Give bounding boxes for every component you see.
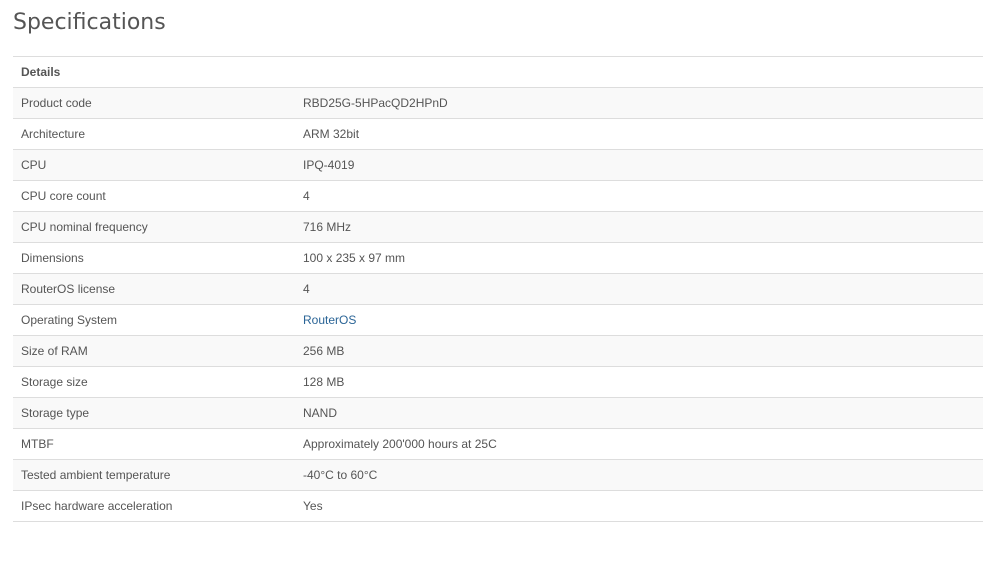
table-row: Tested ambient temperature -40°C to 60°C	[13, 459, 983, 491]
spec-label: CPU nominal frequency	[13, 211, 295, 243]
details-header: Details	[13, 56, 983, 88]
spec-label: Operating System	[13, 304, 295, 336]
spec-value: -40°C to 60°C	[295, 459, 983, 491]
table-row: CPU nominal frequency 716 MHz	[13, 211, 983, 243]
spec-value: NAND	[295, 397, 983, 429]
spec-label: Architecture	[13, 118, 295, 150]
table-row: Size of RAM 256 MB	[13, 335, 983, 367]
spec-label: RouterOS license	[13, 273, 295, 305]
table-row: Architecture ARM 32bit	[13, 118, 983, 150]
spec-value-cell: RouterOS	[295, 304, 983, 336]
table-row: IPsec hardware acceleration Yes	[13, 490, 983, 522]
spec-value: 4	[295, 180, 983, 212]
spec-value: 100 x 235 x 97 mm	[295, 242, 983, 274]
spec-value: 4	[295, 273, 983, 305]
table-row: Product code RBD25G-5HPacQD2HPnD	[13, 87, 983, 119]
spec-label: Product code	[13, 87, 295, 119]
spec-value: IPQ-4019	[295, 149, 983, 181]
spec-label: Storage size	[13, 366, 295, 398]
spec-label: CPU core count	[13, 180, 295, 212]
table-row: RouterOS license 4	[13, 273, 983, 305]
spec-label: Dimensions	[13, 242, 295, 274]
spec-label: CPU	[13, 149, 295, 181]
page-title: Specifications	[13, 10, 166, 35]
spec-label: Size of RAM	[13, 335, 295, 367]
spec-label: MTBF	[13, 428, 295, 460]
table-row: Storage type NAND	[13, 397, 983, 429]
operating-system-link[interactable]: RouterOS	[303, 313, 356, 327]
spec-value: 128 MB	[295, 366, 983, 398]
table-row: MTBF Approximately 200'000 hours at 25C	[13, 428, 983, 460]
specifications-body: Product code RBD25G-5HPacQD2HPnD Architect…	[13, 87, 983, 522]
spec-value: RBD25G-5HPacQD2HPnD	[295, 87, 983, 119]
table-row: CPU core count 4	[13, 180, 983, 212]
spec-label: IPsec hardware acceleration	[13, 490, 295, 522]
spec-value: Approximately 200'000 hours at 25C	[295, 428, 983, 460]
spec-value: Yes	[295, 490, 983, 522]
table-row: Operating System RouterOS	[13, 304, 983, 336]
spec-value: 256 MB	[295, 335, 983, 367]
table-row: Storage size 128 MB	[13, 366, 983, 398]
table-header-row: Details	[13, 56, 983, 88]
spec-label: Storage type	[13, 397, 295, 429]
spec-value: 716 MHz	[295, 211, 983, 243]
spec-value: ARM 32bit	[295, 118, 983, 150]
spec-label: Tested ambient temperature	[13, 459, 295, 491]
table-row: CPU IPQ-4019	[13, 149, 983, 181]
specifications-table: Details Product code RBD25G-5HPacQD2HPnD A…	[13, 56, 983, 522]
table-row: Dimensions 100 x 235 x 97 mm	[13, 242, 983, 274]
